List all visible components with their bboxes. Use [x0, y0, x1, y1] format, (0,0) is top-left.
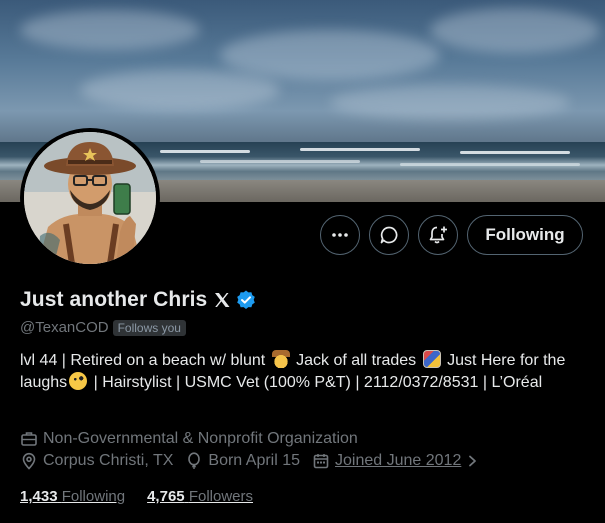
follow-stats: 1,433 Following 4,765 Followers	[20, 488, 275, 505]
profile-meta-category: Non-Governmental & Nonprofit Organizatio…	[20, 430, 370, 448]
joined-date-link[interactable]: Joined June 2012	[312, 452, 484, 470]
category-label: Non-Governmental & Nonprofit Organizatio…	[43, 430, 358, 447]
following-count-link[interactable]: 1,433 Following	[20, 488, 125, 505]
profile-actions: Following	[0, 215, 605, 255]
bio-text-1: lvl 44 | Retired on a beach w/ blunt	[20, 352, 266, 369]
display-name-row: Just another Chris	[20, 288, 257, 312]
calendar-icon	[313, 454, 329, 469]
display-name: Just another Chris	[20, 288, 208, 311]
location-pin-icon	[22, 452, 36, 470]
followers-count: 4,765	[147, 488, 185, 505]
bio: lvl 44 | Retired on a beach w/ blunt Jac…	[20, 350, 590, 394]
location-label: Corpus Christi, TX	[43, 452, 174, 469]
balloon-icon	[188, 452, 201, 469]
follows-you-badge: Follows you	[112, 319, 186, 336]
followers-count-link[interactable]: 4,765 Followers	[147, 488, 253, 505]
handle-row: @TexanCOD Follows you	[20, 319, 186, 336]
x-logo-icon	[215, 293, 230, 307]
bell-plus-icon	[429, 226, 447, 244]
profile-meta-details: Corpus Christi, TX Born April 15 Joined …	[20, 452, 496, 470]
chat-bubble-icon	[380, 226, 398, 244]
cowboy-emoji	[271, 350, 290, 368]
following-count: 1,433	[20, 488, 58, 505]
notifications-button[interactable]	[418, 215, 458, 255]
briefcase-icon	[21, 432, 37, 446]
following-button[interactable]: Following	[467, 215, 583, 255]
more-button[interactable]	[320, 215, 360, 255]
following-label: Following	[61, 488, 126, 505]
user-handle: @TexanCOD	[20, 319, 109, 336]
zany-face-emoji	[69, 372, 88, 390]
birthday-label: Born April 15	[208, 452, 301, 469]
bio-text-4: | Hairstylist | USMC Vet (100% P&T) | 21…	[93, 374, 543, 391]
joker-card-emoji	[422, 350, 441, 368]
joined-label[interactable]: Joined June 2012	[335, 452, 461, 470]
bio-text-2: Jack of all trades	[296, 352, 417, 369]
chevron-right-icon	[469, 455, 477, 467]
message-button[interactable]	[369, 215, 409, 255]
verified-badge-icon[interactable]	[235, 289, 257, 311]
more-icon	[332, 233, 348, 237]
followers-label: Followers	[188, 488, 253, 505]
